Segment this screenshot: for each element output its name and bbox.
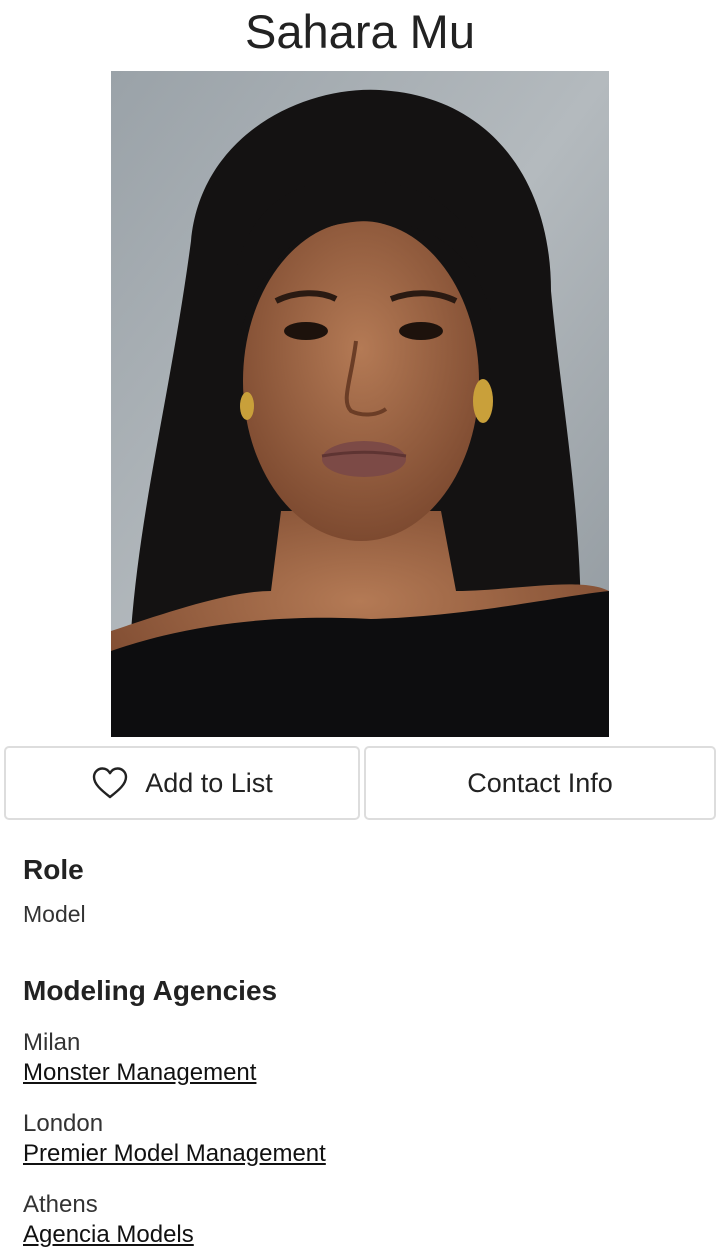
agencies-section: Modeling Agencies Milan Monster Manageme… <box>23 974 326 1250</box>
profile-photo <box>111 71 609 737</box>
role-value: Model <box>23 901 86 927</box>
page-title: Sahara Mu <box>245 5 475 58</box>
agency-entry: Milan Monster Management <box>23 1028 326 1088</box>
agency-city: Athens <box>23 1191 98 1218</box>
agency-link[interactable]: Monster Management <box>23 1058 256 1088</box>
agency-city: Milan <box>23 1029 81 1056</box>
agency-entry: London Premier Model Management <box>23 1109 326 1169</box>
agency-link[interactable]: Premier Model Management <box>23 1139 326 1169</box>
agency-city: London <box>23 1110 104 1137</box>
agency-entry: Athens Agencia Models <box>23 1190 326 1250</box>
role-heading: Role <box>23 854 84 885</box>
add-to-list-button[interactable]: Add to List <box>4 746 360 820</box>
contact-info-label: Contact Info <box>467 767 613 798</box>
role-section: Role Model <box>23 853 86 929</box>
contact-info-button[interactable]: Contact Info <box>364 746 716 820</box>
agency-link[interactable]: Agencia Models <box>23 1220 194 1250</box>
add-to-list-label: Add to List <box>145 767 273 798</box>
agencies-heading: Modeling Agencies <box>23 975 278 1006</box>
heart-outline-icon <box>91 766 129 800</box>
